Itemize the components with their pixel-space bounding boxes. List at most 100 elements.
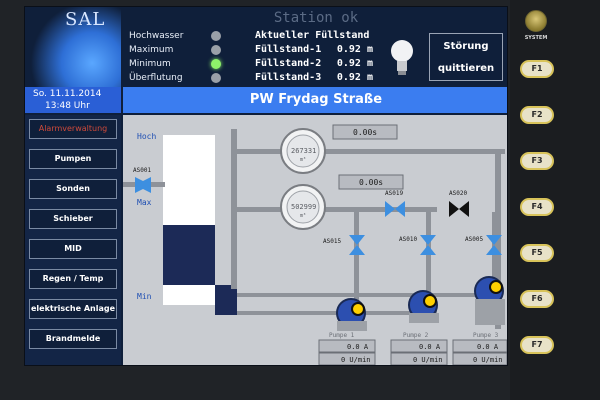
timer-value: 0.00s <box>359 178 383 187</box>
ack-label-2: quittieren <box>437 63 495 74</box>
pump-speed: 0 U/min <box>473 356 503 364</box>
pump-name: Pumpe 2 <box>403 332 429 339</box>
acknowledge-fault-button[interactable]: Störung quittieren <box>429 33 503 81</box>
tank-label-max: Max <box>137 198 152 207</box>
level-row-hochwasser: Hochwasser <box>123 29 249 43</box>
page-title: PW Frydag Straße <box>123 87 507 113</box>
pump-current: 0.0 A <box>477 343 499 351</box>
level-label: Überflutung <box>129 73 183 83</box>
nav-elektrische-anlage[interactable]: elektrische Anlage <box>29 299 117 319</box>
pump-3[interactable] <box>474 276 505 325</box>
nav-brandmelde[interactable]: Brandmelde <box>29 329 117 349</box>
valve-as015[interactable] <box>349 235 365 255</box>
fill-level-label: Füllstand-2 <box>255 58 322 69</box>
pump-current: 0.0 A <box>419 343 441 351</box>
station-status: Station ok <box>273 10 359 26</box>
flow-meter-2: 502999 m³ <box>280 184 326 230</box>
system-button[interactable] <box>525 10 547 32</box>
pump-1-readout: Pumpe 1 0.0 A 0 U/min <box>318 332 376 365</box>
pump-base <box>337 321 367 331</box>
flow-meter-1: 267331 m³ <box>280 128 326 174</box>
pump-2-readout: Pumpe 2 0.0 A 0 U/min <box>390 332 448 365</box>
schematic-drawing: Hoch Max Min AS001 267331 m³ 502999 m³ 0… <box>123 124 507 365</box>
f2-key[interactable]: F2 <box>520 106 554 124</box>
level-label: Maximum <box>129 45 174 55</box>
f1-key[interactable]: F1 <box>520 60 554 78</box>
valve-label: AS019 <box>385 190 403 197</box>
f6-key[interactable]: F6 <box>520 290 554 308</box>
f7-key[interactable]: F7 <box>520 336 554 354</box>
valve-label: AS005 <box>465 236 483 243</box>
system-label: SYSTEM <box>524 35 548 41</box>
nav-alarmverwaltung[interactable]: Alarmverwaltung <box>29 119 117 139</box>
date-text: So. 11.11.2014 <box>33 89 102 99</box>
led-indicator <box>211 31 221 41</box>
pump-1[interactable] <box>336 298 367 331</box>
level-row-minimum: Minimum <box>123 57 249 71</box>
f5-key[interactable]: F5 <box>520 244 554 262</box>
pump-base <box>475 299 505 325</box>
pump-3-readout: Pumpe 3 0.0 A 0 U/min <box>452 332 507 365</box>
fill-level-value: 0.92 m <box>336 72 373 83</box>
hmi-screen: SAL Station ok Hochwasser Maximum Minimu… <box>24 6 508 366</box>
fill-level-row: Füllstand-2 0.92 m <box>251 57 377 71</box>
pump-speed: 0 U/min <box>413 356 443 364</box>
header-pipe-middle <box>237 207 437 212</box>
logo: SAL <box>25 7 121 87</box>
level-row-ueberflutung: Überflutung <box>123 71 249 85</box>
meter-unit: m³ <box>300 213 306 219</box>
meter-value: 502999 <box>291 203 316 211</box>
valve-as019[interactable] <box>385 201 405 217</box>
valve-label: AS001 <box>133 167 151 174</box>
level-row-maximum: Maximum <box>123 43 249 57</box>
time-text: 13:48 Uhr <box>45 101 90 111</box>
nav-sonden[interactable]: Sonden <box>29 179 117 199</box>
pump-leg-1 <box>354 212 359 302</box>
valve-label: AS015 <box>323 238 341 245</box>
pump-name: Pumpe 1 <box>329 332 355 339</box>
nav-mid[interactable]: MID <box>29 239 117 259</box>
valve-as001[interactable] <box>135 177 151 193</box>
nav-pumpen[interactable]: Pumpen <box>29 149 117 169</box>
pump-current: 0.0 A <box>347 343 369 351</box>
led-indicator <box>211 45 221 55</box>
valve-as020[interactable] <box>449 201 469 217</box>
header-pipe-top <box>237 149 505 154</box>
fill-level-label: Füllstand-3 <box>255 72 322 83</box>
nav-regen-temp[interactable]: Regen / Temp <box>29 269 117 289</box>
nav-schieber[interactable]: Schieber <box>29 209 117 229</box>
pump-2[interactable] <box>408 290 439 323</box>
tank-water <box>163 225 215 285</box>
fill-level-label: Füllstand-1 <box>255 44 322 55</box>
datetime: So. 11.11.2014 13:48 Uhr <box>25 87 121 113</box>
fill-level-title: Aktueller Füllstand <box>255 30 370 41</box>
tank-sump <box>215 285 237 315</box>
process-schematic: Hoch Max Min AS001 267331 m³ 502999 m³ 0… <box>123 115 507 365</box>
led-indicator-active <box>211 59 221 69</box>
valve-as010[interactable] <box>420 235 436 255</box>
level-label: Minimum <box>129 59 171 69</box>
function-key-panel: SYSTEM F1 F2 F3 F4 F5 F6 F7 <box>510 0 600 400</box>
valve-label: AS010 <box>399 236 417 243</box>
fill-level-row: Füllstand-3 0.92 m <box>251 71 377 85</box>
tank-label-min: Min <box>137 292 152 301</box>
level-indicators: Hochwasser Maximum Minimum Überflutung <box>123 29 249 87</box>
suction-pipe-upper <box>237 293 502 297</box>
ack-label-1: Störung <box>443 41 489 52</box>
pump-name: Pumpe 3 <box>473 332 499 339</box>
fill-level-panel: Aktueller Füllstand Füllstand-1 0.92 m Fü… <box>251 29 377 87</box>
led-indicator <box>211 73 221 83</box>
f4-key[interactable]: F4 <box>520 198 554 216</box>
pump-speed: 0 U/min <box>341 356 371 364</box>
fill-level-row: Füllstand-1 0.92 m <box>251 43 377 57</box>
fill-level-value: 0.92 m <box>336 44 373 55</box>
meter-unit: m³ <box>300 157 306 163</box>
meter-value: 267331 <box>291 147 316 155</box>
f3-key[interactable]: F3 <box>520 152 554 170</box>
valve-label: AS020 <box>449 190 467 197</box>
logo-text: SAL <box>65 9 106 30</box>
riser-pipe <box>231 129 237 289</box>
pump-base <box>409 313 439 323</box>
level-label: Hochwasser <box>129 31 184 41</box>
tank-label-hoch: Hoch <box>137 132 156 141</box>
